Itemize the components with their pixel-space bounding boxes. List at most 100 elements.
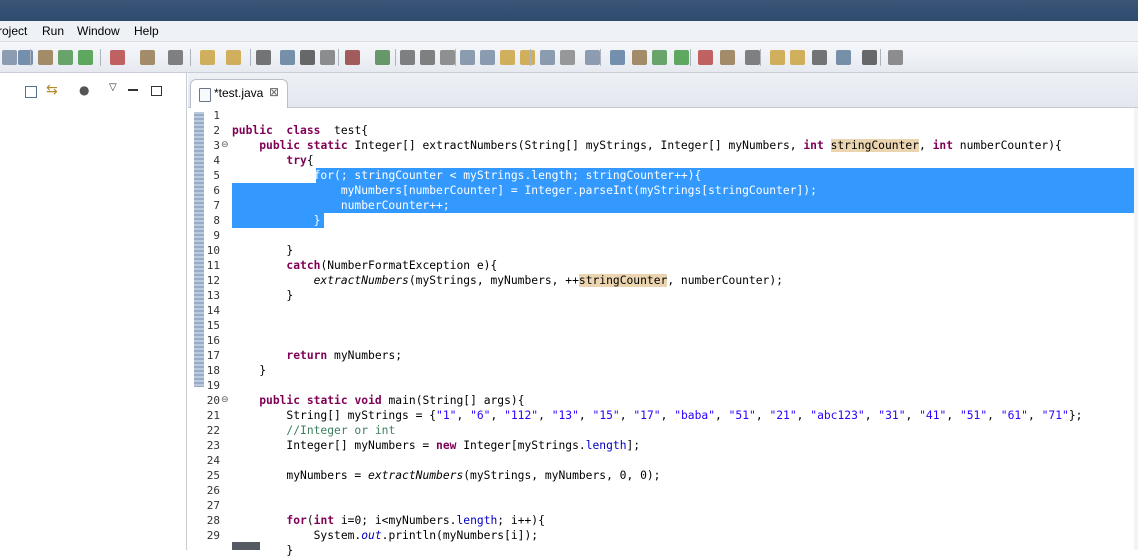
link-with-editor-icon[interactable]: ⇆: [46, 82, 60, 98]
collapse-all-icon[interactable]: [25, 86, 37, 98]
code-line[interactable]: 17 return myNumbers;: [188, 348, 1138, 363]
toolbar-icon-15[interactable]: [345, 50, 360, 65]
code-line[interactable]: 7 numberCounter++;: [188, 198, 1138, 213]
toolbar-icon-3[interactable]: [38, 50, 53, 65]
code-line[interactable]: 15: [188, 318, 1138, 333]
fold-collapse-icon[interactable]: ⊖: [221, 395, 229, 405]
menu-run[interactable]: Run: [42, 24, 64, 38]
toolbar-icon-28[interactable]: [632, 50, 647, 65]
toolbar-icon-20[interactable]: [460, 50, 475, 65]
code-line[interactable]: 10 }: [188, 243, 1138, 258]
code-line[interactable]: 25 myNumbers = extractNumbers(myStrings,…: [188, 468, 1138, 483]
code-line[interactable]: 22 //Integer or int: [188, 423, 1138, 438]
code-line[interactable]: 14: [188, 303, 1138, 318]
menu-window[interactable]: Window: [77, 24, 120, 38]
code-line[interactable]: 3 ⊖ public static Integer[] extractNumber…: [188, 138, 1138, 153]
toolbar-icon-39[interactable]: [888, 50, 903, 65]
code-line[interactable]: 11 catch(NumberFormatException e){: [188, 258, 1138, 273]
toolbar-icon-9[interactable]: [200, 50, 215, 65]
code-line[interactable]: 19: [188, 378, 1138, 393]
line-number: 4: [213, 154, 220, 167]
code-line[interactable]: 28 for(int i=0; i<myNumbers.length; i++)…: [188, 513, 1138, 528]
toolbar-separator: [30, 49, 31, 66]
toolbar-icon-7[interactable]: [140, 50, 155, 65]
line-number: 20: [206, 394, 220, 407]
toolbar-icon-21[interactable]: [480, 50, 495, 65]
view-menu-icon[interactable]: ▽: [109, 82, 123, 96]
line-number: 13: [206, 289, 220, 302]
code-line[interactable]: }: [188, 543, 1138, 558]
code-text: try{: [286, 154, 314, 167]
code-line[interactable]: 20 ⊖ public static void main(String[] arg…: [188, 393, 1138, 408]
code-text: //Integer or int: [286, 424, 396, 437]
toolbar-icon-6[interactable]: [110, 50, 125, 65]
toolbar-icon-25[interactable]: [560, 50, 575, 65]
toolbar-icon-36[interactable]: [812, 50, 827, 65]
toolbar-icon-13[interactable]: [300, 50, 315, 65]
toolbar-icon-22[interactable]: [500, 50, 515, 65]
code-line[interactable]: 18 }: [188, 363, 1138, 378]
toolbar-icon-4[interactable]: [58, 50, 73, 65]
code-line[interactable]: 12 extractNumbers(myStrings, myNumbers, …: [188, 273, 1138, 288]
toolbar-icon-12[interactable]: [280, 50, 295, 65]
toolbar-icon-37[interactable]: [836, 50, 851, 65]
code-text: for(int i=0; i<myNumbers.length; i++){: [286, 514, 545, 527]
toolbar-icon-18[interactable]: [420, 50, 435, 65]
code-line[interactable]: 1: [188, 108, 1138, 123]
toolbar-icon-10[interactable]: [226, 50, 241, 65]
toolbar-icon-24[interactable]: [540, 50, 555, 65]
toolbar-icon-38[interactable]: [862, 50, 877, 65]
main-toolbar: [0, 42, 1138, 73]
toolbar-icon-11[interactable]: [256, 50, 271, 65]
minimize-icon[interactable]: [128, 89, 138, 91]
menu-help[interactable]: Help: [134, 24, 159, 38]
focus-icon[interactable]: ●: [79, 83, 93, 97]
menu-project[interactable]: roject: [0, 24, 27, 38]
toolbar-icon-27[interactable]: [610, 50, 625, 65]
code-line[interactable]: 6 myNumbers[numberCounter] = Integer.par…: [188, 183, 1138, 198]
overview-ruler[interactable]: [1134, 108, 1138, 550]
code-text: for(; stringCounter < myStrings.length; …: [313, 169, 702, 182]
toolbar-icon-8[interactable]: [168, 50, 183, 65]
maximize-icon[interactable]: [151, 86, 162, 96]
code-text: }: [232, 364, 267, 377]
toolbar-icon-14[interactable]: [320, 50, 335, 65]
toolbar-icon-17[interactable]: [400, 50, 415, 65]
code-line[interactable]: 21 String[] myStrings = {"1", "6", "112"…: [188, 408, 1138, 423]
code-line[interactable]: 16: [188, 333, 1138, 348]
code-line[interactable]: 26: [188, 483, 1138, 498]
toolbar-icon-1[interactable]: [2, 50, 17, 65]
toolbar-icon-31[interactable]: [698, 50, 713, 65]
code-line[interactable]: 23 Integer[] myNumbers = new Integer[myS…: [188, 438, 1138, 453]
code-line[interactable]: 4 try{: [188, 153, 1138, 168]
code-line[interactable]: 8 }: [188, 213, 1138, 228]
tab-test-java[interactable]: *test.java ⊠: [190, 79, 288, 108]
code-line[interactable]: 27: [188, 498, 1138, 513]
toolbar-icon-29[interactable]: [652, 50, 667, 65]
code-line[interactable]: 5 for(; stringCounter < myStrings.length…: [188, 168, 1138, 183]
toolbar-icon-19[interactable]: [440, 50, 455, 65]
toolbar-icon-26[interactable]: [585, 50, 600, 65]
toolbar-icon-35[interactable]: [790, 50, 805, 65]
code-text: }: [232, 244, 294, 257]
toolbar-icon-32[interactable]: [720, 50, 735, 65]
toolbar-icon-16[interactable]: [375, 50, 390, 65]
toolbar-separator: [250, 49, 251, 66]
code-line[interactable]: 2 public class test{: [188, 123, 1138, 138]
code-line[interactable]: 13 }: [188, 288, 1138, 303]
toolbar-icon-23[interactable]: [520, 50, 535, 65]
toolbar-icon-34[interactable]: [770, 50, 785, 65]
code-line[interactable]: 29 System.out.println(myNumbers[i]);: [188, 528, 1138, 543]
toolbar-icon-5[interactable]: [78, 50, 93, 65]
code-line[interactable]: 9: [188, 228, 1138, 243]
line-number: 15: [206, 319, 220, 332]
line-number: 7: [213, 199, 220, 212]
code-line[interactable]: 24: [188, 453, 1138, 468]
fold-collapse-icon[interactable]: ⊖: [221, 140, 229, 150]
toolbar-icon-33[interactable]: [745, 50, 760, 65]
line-number: 28: [206, 514, 220, 527]
toolbar-icon-30[interactable]: [674, 50, 689, 65]
line-number: 24: [206, 454, 220, 467]
close-icon[interactable]: ⊠: [269, 85, 279, 99]
code-text: numberCounter++;: [232, 199, 450, 212]
